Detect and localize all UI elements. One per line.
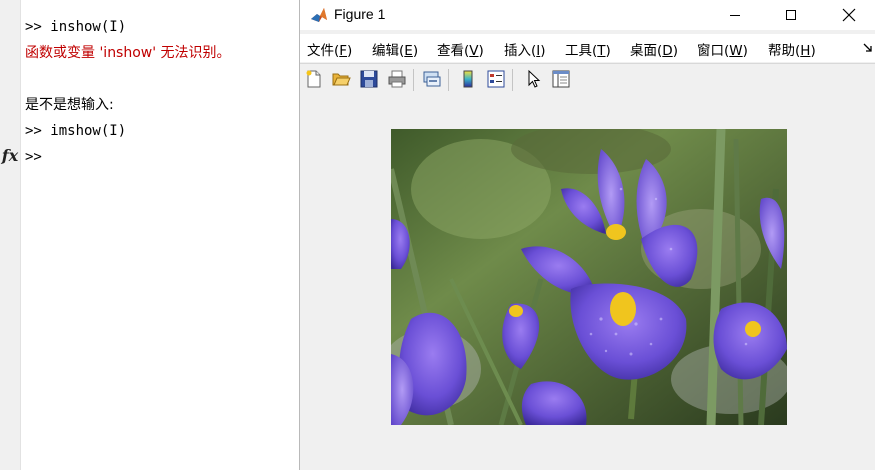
suggestion-prompt: 是不是想输入:: [25, 97, 114, 113]
iris-flower-image: [391, 129, 787, 425]
minimize-button[interactable]: [712, 0, 758, 30]
toolbar-separator: [448, 69, 449, 91]
menu-tools[interactable]: 工具(T): [565, 39, 611, 59]
menu-desktop[interactable]: 桌面(D): [630, 39, 678, 59]
property-inspector-button[interactable]: [550, 68, 572, 90]
command-prompt[interactable]: >>: [25, 148, 42, 166]
menu-view[interactable]: 查看(V): [437, 39, 484, 59]
title-bar[interactable]: Figure 1: [300, 0, 875, 30]
error-message: 函数或变量 'inshow' 无法识别。: [25, 45, 231, 61]
fx-icon[interactable]: fx: [0, 146, 20, 170]
close-icon: [842, 8, 856, 22]
close-button[interactable]: [826, 0, 872, 30]
toolbar-separator: [413, 69, 414, 91]
menu-bar: 文件(F) 编辑(E) 查看(V) 插入(I) 工具(T) 桌面(D) 窗口(W…: [300, 34, 875, 62]
legend-button[interactable]: [485, 68, 507, 90]
new-figure-button[interactable]: [303, 68, 325, 90]
figure-toolbar: [300, 63, 875, 97]
command-window[interactable]: fx >> inshow(I) 函数或变量 'inshow' 无法识别。 是不是…: [0, 0, 300, 470]
menu-window[interactable]: 窗口(W): [697, 39, 748, 59]
link-plot-button[interactable]: [421, 68, 443, 90]
menu-edit[interactable]: 编辑(E): [372, 39, 418, 59]
toolbar-separator: [512, 69, 513, 91]
menu-help[interactable]: 帮助(H): [768, 39, 816, 59]
pointer-icon: [528, 69, 541, 88]
link-icon: [423, 71, 441, 87]
window-title: Figure 1: [334, 6, 386, 22]
colorbar-icon: [463, 70, 473, 88]
command-line-1: >> inshow(I): [25, 19, 127, 35]
print-button[interactable]: [386, 68, 408, 90]
new-figure-icon: [306, 70, 321, 88]
command-gutter: [0, 0, 21, 470]
save-icon: [360, 70, 378, 88]
menu-file[interactable]: 文件(F): [307, 39, 352, 59]
open-folder-icon: [332, 73, 351, 86]
figure-canvas[interactable]: [300, 96, 875, 470]
open-button[interactable]: [330, 68, 352, 90]
matlab-logo-icon: [309, 5, 329, 25]
print-icon: [388, 70, 406, 88]
legend-icon: [487, 70, 505, 88]
colorbar-button[interactable]: [457, 68, 479, 90]
maximize-icon: [786, 10, 796, 20]
maximize-button[interactable]: [768, 0, 814, 30]
suggested-command[interactable]: >> imshow(I): [25, 122, 126, 140]
save-button[interactable]: [358, 68, 380, 90]
property-inspector-icon: [552, 70, 570, 88]
figure-window: Figure 1 文件(F) 编辑(E) 查看(V) 插入(I) 工具(T) 桌…: [300, 0, 875, 470]
edit-plot-button[interactable]: [523, 68, 545, 90]
minimize-icon: [730, 15, 740, 16]
dock-arrow-icon[interactable]: [862, 42, 874, 54]
menu-insert[interactable]: 插入(I): [504, 39, 546, 59]
